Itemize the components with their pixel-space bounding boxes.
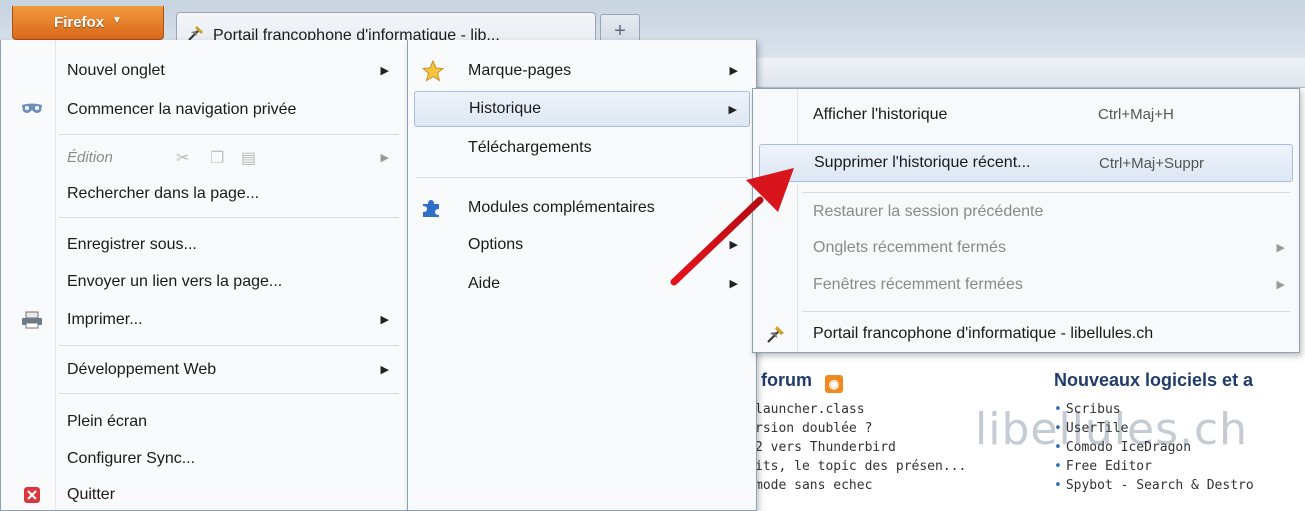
software-link[interactable]: • Free Editor [1054, 457, 1305, 476]
puzzle-icon [418, 195, 444, 221]
menu-item-label: Édition [67, 149, 113, 166]
firefox-button-label: Firefox [54, 14, 105, 31]
submenu-arrow-icon: ▶ [380, 65, 389, 77]
menu-item-label: Historique [469, 100, 542, 117]
menu-item-label: Configurer Sync... [67, 449, 196, 467]
private-mask-icon [19, 97, 45, 123]
menu-item-print[interactable]: Imprimer... ▶ [1, 301, 407, 338]
submenu-arrow-icon: ▶ [1276, 279, 1285, 291]
software-link[interactable]: • Scribus [1054, 400, 1305, 419]
menu-separator [803, 311, 1291, 312]
menu-item-label: Enregistrer sous... [67, 235, 197, 253]
page-content: u forum ◉ launcher.class rsion doublée ?… [745, 360, 1305, 511]
menu-item-label: Onglets récemment fermés [813, 238, 1006, 256]
menu-item-label: Options [468, 235, 524, 253]
forum-link[interactable]: mode sans echec [755, 476, 1025, 495]
menu-item-label: Quitter [67, 485, 116, 503]
menu-item-history-entry[interactable]: Portail francophone d'informatique - lib… [753, 315, 1299, 352]
menu-separator [59, 345, 399, 346]
menu-item-private-browsing[interactable]: Commencer la navigation privée [1, 91, 407, 128]
software-title: Nouveaux logiciels et a [1054, 370, 1254, 390]
menu-item-label: Rechercher dans la page... [67, 184, 260, 202]
software-link[interactable]: • UserTile [1054, 419, 1305, 438]
submenu-arrow-icon: ▶ [729, 65, 738, 77]
quit-icon [19, 482, 45, 508]
menu-item-restore-session[interactable]: Restaurer la session précédente [753, 193, 1299, 230]
menu-item-quit[interactable]: Quitter [1, 476, 407, 511]
menu-item-send-link[interactable]: Envoyer un lien vers la page... [1, 263, 407, 300]
menu-separator [59, 393, 399, 394]
submenu-arrow-icon: ▶ [1276, 242, 1285, 254]
software-link[interactable]: • Comodo IceDragon [1054, 438, 1305, 457]
software-list: • Scribus • UserTile • Comodo IceDragon • Fr… [1054, 400, 1305, 495]
menu-item-bookmarks[interactable]: Marque-pages ▶ [408, 52, 756, 89]
rss-icon[interactable]: ◉ [825, 375, 844, 393]
menu-item-save-as[interactable]: Enregistrer sous... [1, 226, 407, 263]
menu-item-label: Téléchargements [468, 138, 592, 156]
software-link[interactable]: • Spybot - Search & Destro [1054, 476, 1305, 495]
menu-item-recently-closed-windows[interactable]: Fenêtres récemment fermées ▶ [753, 266, 1299, 303]
menu-separator [59, 134, 399, 135]
menu-item-edit[interactable]: Édition ✂ ❐ ▤ ▶ [1, 139, 407, 176]
menu-item-full-screen[interactable]: Plein écran [1, 403, 407, 440]
menu-shortcut: Ctrl+Maj+Suppr [1099, 154, 1205, 172]
forum-heading: u forum ◉ [745, 370, 844, 393]
paste-icon[interactable]: ▤ [241, 148, 256, 168]
menu-shortcut: Ctrl+Maj+H [1098, 106, 1174, 123]
menu-item-label: Marque-pages [468, 61, 572, 79]
menu-item-label: Fenêtres récemment fermées [813, 275, 1023, 293]
dragonfly-icon [763, 321, 789, 347]
submenu-arrow-icon: ▶ [728, 103, 737, 116]
menu-item-clear-recent-history[interactable]: Supprimer l'historique récent... Ctrl+Ma… [759, 144, 1293, 182]
menu-item-new-tab[interactable]: Nouvel onglet ▶ [1, 52, 407, 89]
forum-link[interactable]: its, le topic des présen... [755, 457, 1025, 476]
menu-item-label: Portail francophone d'informatique - lib… [813, 324, 1154, 342]
submenu-arrow-icon: ▶ [380, 314, 389, 326]
menu-item-label: Nouvel onglet [67, 61, 165, 79]
history-submenu: Afficher l'historique Ctrl+Maj+H Supprim… [752, 88, 1300, 353]
submenu-arrow-icon: ▶ [380, 364, 389, 376]
menu-item-web-developer[interactable]: Développement Web ▶ [1, 351, 407, 388]
chevron-down-icon: ▼ [112, 15, 122, 26]
menu-item-recently-closed-tabs[interactable]: Onglets récemment fermés ▶ [753, 229, 1299, 266]
firefox-menu-button[interactable]: Firefox ▼ [12, 6, 164, 40]
star-icon [420, 58, 446, 84]
firefox-main-menu: Nouvel onglet ▶ Commencer la navigation … [0, 40, 408, 511]
menu-item-show-history[interactable]: Afficher l'historique Ctrl+Maj+H [753, 96, 1299, 133]
cut-icon[interactable]: ✂ [176, 148, 189, 168]
menu-item-history[interactable]: Historique ▶ [414, 91, 750, 127]
menu-item-label: Supprimer l'historique récent... [814, 154, 1031, 171]
menu-item-label: Afficher l'historique [813, 105, 948, 123]
menu-item-label: Aide [468, 274, 501, 292]
red-arrow-annotation [670, 168, 794, 286]
menu-item-label: Plein écran [67, 412, 148, 430]
menu-item-configure-sync[interactable]: Configurer Sync... [1, 440, 407, 477]
menu-item-label: Restaurer la session précédente [813, 202, 1044, 220]
menu-item-label: Commencer la navigation privée [67, 100, 297, 118]
submenu-arrow-icon: ▶ [380, 152, 389, 164]
menu-item-label: Développement Web [67, 360, 217, 378]
menu-separator [59, 217, 399, 218]
menu-item-find-in-page[interactable]: Rechercher dans la page... [1, 175, 407, 212]
copy-icon[interactable]: ❐ [210, 148, 224, 168]
menu-item-label: Imprimer... [67, 310, 143, 328]
printer-icon [19, 307, 45, 333]
menu-item-label: Envoyer un lien vers la page... [67, 272, 283, 290]
menu-item-label: Modules complémentaires [468, 198, 655, 216]
